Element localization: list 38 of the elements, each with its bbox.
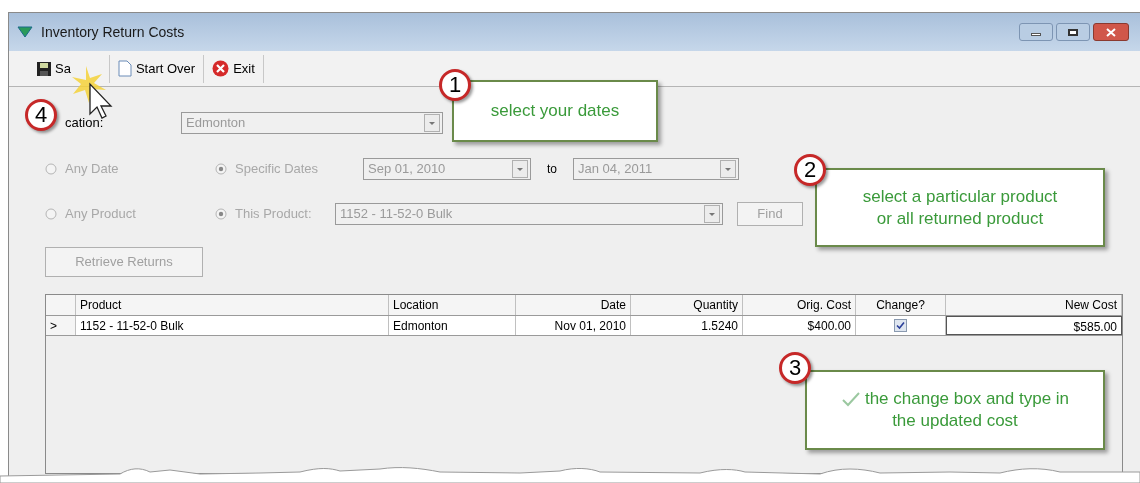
- window-title: Inventory Return Costs: [41, 22, 185, 42]
- column-header[interactable]: Change?: [856, 295, 946, 315]
- toolbar-button[interactable]: Start Over: [109, 54, 204, 83]
- table-cell: Nov 01, 2010: [516, 316, 631, 335]
- app-logo-icon: [17, 26, 33, 38]
- minimize-button[interactable]: [1019, 23, 1053, 41]
- column-header[interactable]: New Cost: [946, 295, 1122, 315]
- table-cell: Edmonton: [389, 316, 516, 335]
- column-header[interactable]: Location: [389, 295, 516, 315]
- table-cell: 1.5240: [631, 316, 743, 335]
- callout-text: the updated cost: [892, 410, 1018, 432]
- maximize-button[interactable]: [1056, 23, 1090, 41]
- change-checkbox[interactable]: [894, 319, 907, 332]
- toolbar-button[interactable]: Sa: [29, 54, 79, 83]
- callout-text: select your dates: [490, 100, 620, 122]
- close-button[interactable]: [1093, 23, 1129, 41]
- close-icon: [212, 60, 230, 77]
- radio-label: Specific Dates: [235, 160, 319, 179]
- toolbar-button[interactable]: Exit: [204, 54, 263, 83]
- location-label: cation:: [64, 114, 105, 133]
- callout-text: select a particular product: [862, 185, 1058, 208]
- callout-text: or all returned product: [876, 207, 1044, 230]
- radio-label: This Product:: [235, 205, 312, 224]
- table-cell: 1152 - 11-52-0 Bulk: [76, 316, 389, 335]
- column-header[interactable]: Product: [76, 295, 389, 315]
- column-header[interactable]: Date: [516, 295, 631, 315]
- column-header[interactable]: Quantity: [631, 295, 743, 315]
- document-icon: [117, 60, 132, 77]
- to-label: to: [547, 161, 557, 178]
- column-header[interactable]: Orig. Cost: [743, 295, 856, 315]
- row-indicator: >: [46, 316, 76, 335]
- table-cell: $400.00: [743, 316, 856, 335]
- radio-label: Any Product: [65, 205, 136, 224]
- callout-text: the change box and type in: [864, 388, 1070, 410]
- checkmark-icon: [840, 391, 861, 407]
- radio-label: Any Date: [65, 160, 119, 179]
- new-cost-field[interactable]: $585.00: [946, 316, 1122, 335]
- close-icon: [1106, 27, 1116, 37]
